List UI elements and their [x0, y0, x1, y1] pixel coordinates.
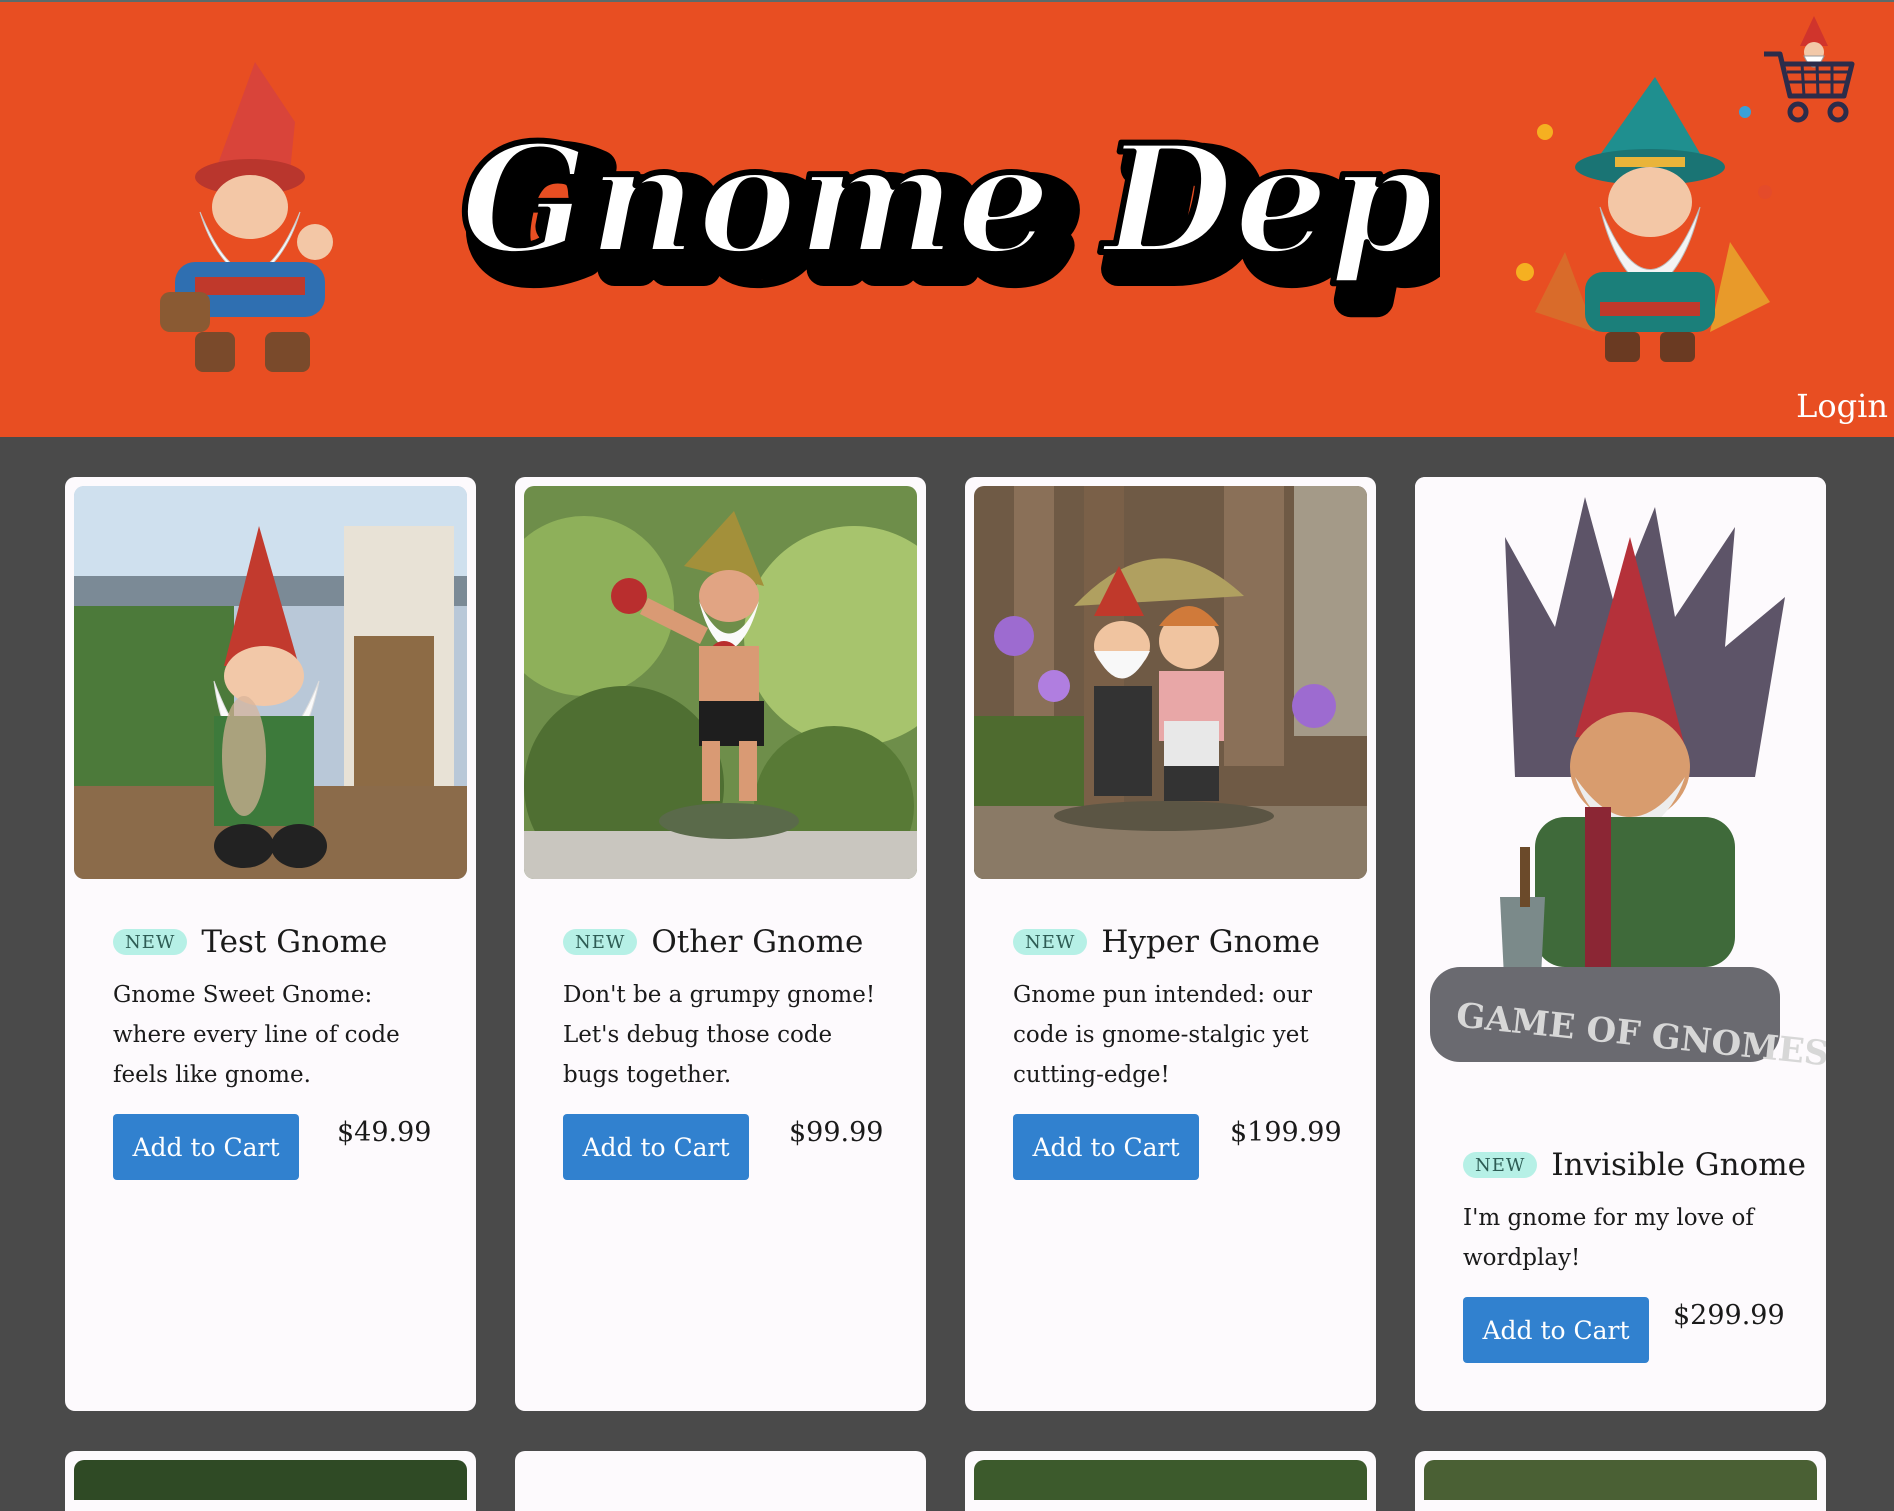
product-image[interactable] — [524, 486, 917, 879]
gnome-mascot-right-image — [1516, 77, 1772, 362]
product-description: I'm gnome for my love of wordplay! — [1463, 1205, 1754, 1271]
product-image[interactable] — [974, 1460, 1367, 1500]
product-image[interactable] — [74, 1460, 467, 1500]
new-badge: NEW — [1013, 929, 1088, 955]
product-title-row: NEW Invisible Gnome — [1463, 1147, 1806, 1183]
product-card: GAME OF GNOMES NEW Invisible Gnome I'm g… — [1415, 477, 1826, 1411]
product-title-row: NEW Hyper Gnome — [1013, 924, 1320, 960]
cart-icon[interactable] — [1762, 16, 1858, 126]
product-image[interactable] — [524, 1460, 917, 1500]
new-badge: NEW — [113, 929, 188, 955]
gnome-mascot-left-image — [160, 62, 333, 372]
product-image[interactable]: GAME OF GNOMES — [1415, 477, 1826, 1092]
product-image[interactable] — [974, 486, 1367, 879]
product-image[interactable] — [1424, 1460, 1817, 1500]
new-badge: NEW — [1463, 1152, 1538, 1178]
product-price: $199.99 — [1230, 1117, 1342, 1148]
add-to-cart-button[interactable]: Add to Cart — [1463, 1297, 1649, 1363]
product-name: Invisible Gnome — [1551, 1147, 1806, 1183]
gnome-depot-logo: Gnome Depot Gnome Depot — [460, 109, 1440, 322]
product-title-row: NEW Test Gnome — [113, 924, 387, 960]
add-to-cart-button[interactable]: Add to Cart — [1013, 1114, 1199, 1180]
product-card-partial — [65, 1451, 476, 1511]
product-card-partial — [965, 1451, 1376, 1511]
add-to-cart-button[interactable]: Add to Cart — [563, 1114, 749, 1180]
product-card: NEW Other Gnome Don't be a grumpy gnome!… — [515, 477, 926, 1411]
product-description: Gnome Sweet Gnome: where every line of c… — [113, 982, 400, 1088]
login-link[interactable]: Login — [1796, 387, 1888, 425]
product-card-partial — [515, 1451, 926, 1511]
product-price: $299.99 — [1673, 1300, 1785, 1331]
product-card: NEW Test Gnome Gnome Sweet Gnome: where … — [65, 477, 476, 1411]
svg-text:Gnome Depot: Gnome Depot — [460, 112, 1440, 288]
product-name: Test Gnome — [201, 924, 388, 960]
product-image[interactable] — [74, 486, 467, 879]
product-description: Gnome pun intended: our code is gnome-st… — [1013, 982, 1313, 1088]
add-to-cart-button[interactable]: Add to Cart — [113, 1114, 299, 1180]
product-card-partial — [1415, 1451, 1826, 1511]
product-price: $49.99 — [337, 1117, 432, 1148]
product-name: Hyper Gnome — [1101, 924, 1320, 960]
product-grid: NEW Test Gnome Gnome Sweet Gnome: where … — [0, 437, 1894, 1511]
product-description: Don't be a grumpy gnome! Let's debug tho… — [563, 982, 876, 1088]
site-header: Gnome Depot Gnome Depot Login — [0, 0, 1894, 437]
product-price: $99.99 — [789, 1117, 884, 1148]
product-name: Other Gnome — [651, 924, 864, 960]
product-title-row: NEW Other Gnome — [563, 924, 863, 960]
new-badge: NEW — [563, 929, 638, 955]
product-card: NEW Hyper Gnome Gnome pun intended: our … — [965, 477, 1376, 1411]
